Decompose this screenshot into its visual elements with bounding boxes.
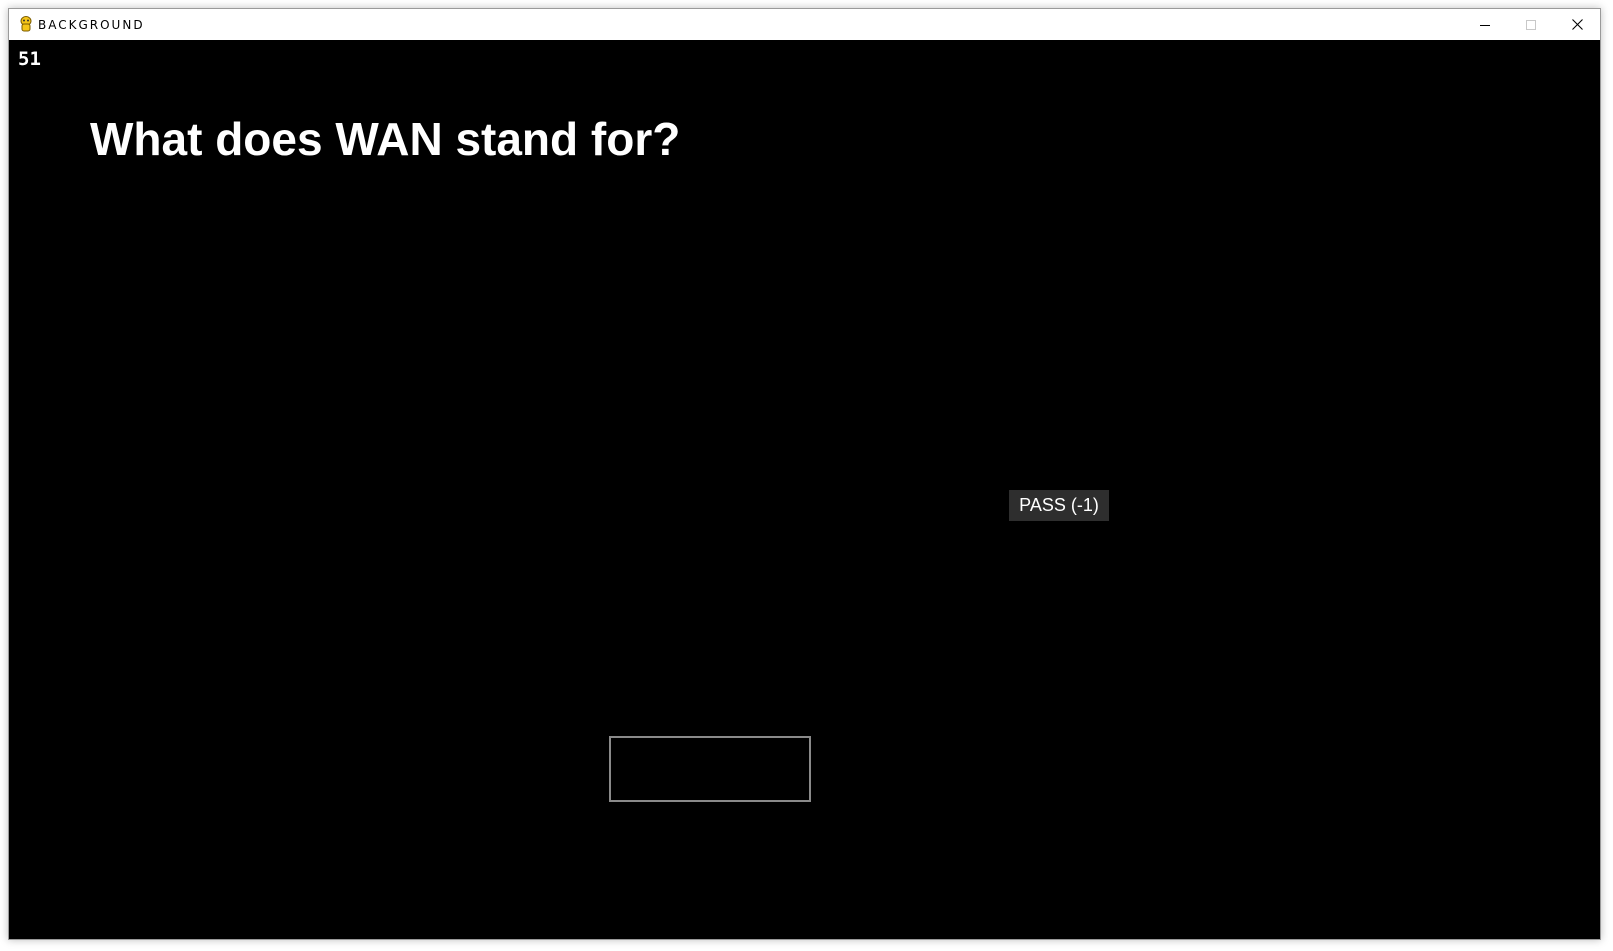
- game-canvas[interactable]: 51 What does WAN stand for? PASS (-1): [9, 40, 1600, 939]
- maximize-icon: [1526, 19, 1536, 30]
- score-counter: 51: [18, 48, 41, 70]
- close-icon: [1571, 19, 1583, 30]
- question-text: What does WAN stand for?: [90, 113, 681, 165]
- window-title: BACKGROUND: [38, 17, 145, 32]
- minimize-button[interactable]: [1462, 9, 1508, 40]
- close-button[interactable]: [1554, 9, 1600, 40]
- answer-box[interactable]: [609, 736, 811, 802]
- title-bar[interactable]: BACKGROUND: [9, 9, 1600, 40]
- window-controls: [1462, 9, 1600, 40]
- app-window: BACKGROUND 51 What does WAN stand for? P…: [8, 8, 1601, 940]
- maximize-button[interactable]: [1508, 9, 1554, 40]
- answer-input[interactable]: [611, 738, 809, 800]
- pass-button[interactable]: PASS (-1): [1009, 490, 1109, 521]
- minimize-icon: [1480, 24, 1490, 26]
- pygame-snake-icon: [18, 16, 34, 34]
